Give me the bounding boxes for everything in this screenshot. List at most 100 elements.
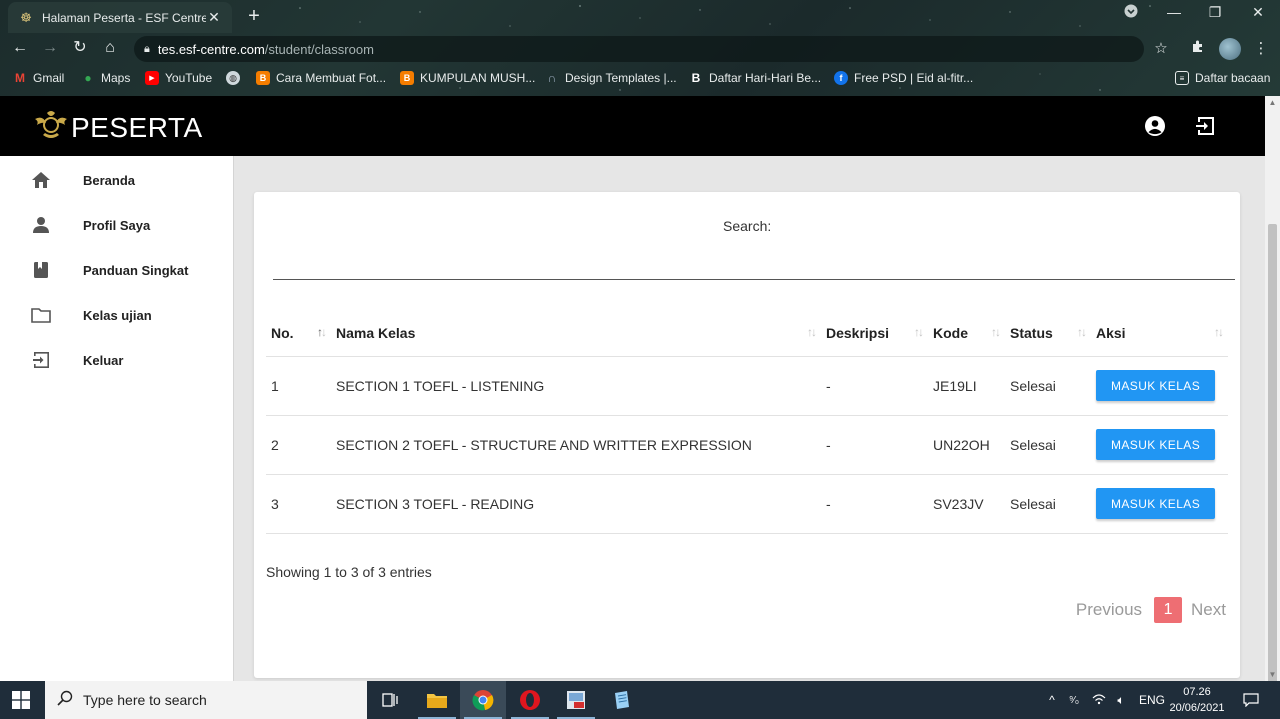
globe-icon: ◍ (226, 71, 240, 85)
pdf-app-icon[interactable] (553, 681, 599, 719)
notepad-icon[interactable] (599, 681, 645, 719)
sort-icon: ↑↓ (914, 325, 924, 339)
reading-list-icon: ≡ (1175, 71, 1189, 85)
file-explorer-icon[interactable] (414, 681, 460, 719)
sidebar-item-profil-saya[interactable]: Profil Saya (0, 205, 234, 245)
reading-list[interactable]: ≡ Daftar bacaan (1175, 71, 1270, 85)
sidebar-item-panduan-singkat[interactable]: Panduan Singkat (0, 250, 234, 290)
scrollbar-thumb[interactable] (1268, 224, 1277, 719)
bookmark-maps[interactable]: ● Maps (81, 71, 130, 85)
sort-asc-icon: ↑↓ (317, 325, 327, 339)
exit-icon[interactable] (1194, 114, 1218, 138)
volume-icon[interactable]: 🔈︎ (1111, 693, 1131, 708)
url-path: /student/classroom (264, 41, 374, 57)
maximize-icon[interactable]: ❐ (1203, 4, 1227, 21)
previous-page-link[interactable]: Previous (1076, 600, 1142, 620)
column-header-status[interactable]: Status ↑↓ (1005, 310, 1091, 357)
current-page-button[interactable]: 1 (1154, 597, 1183, 623)
masuk-kelas-button[interactable]: MASUK KELAS (1096, 429, 1216, 460)
home-button-icon[interactable]: ⌂ (99, 37, 121, 59)
bookmark-blogger-2[interactable]: B KUMPULAN MUSH... (400, 71, 535, 85)
menu-icon[interactable]: ⋮ (1250, 38, 1272, 60)
chevron-up-icon[interactable]: ^ (1045, 693, 1059, 707)
browser-tab[interactable]: ☸ Halaman Peserta - ESF Centre | A ✕ (8, 2, 232, 33)
column-header-no[interactable]: No. ↑↓ (266, 310, 331, 357)
masuk-kelas-button[interactable]: MASUK KELAS (1096, 370, 1216, 401)
column-header-aksi[interactable]: Aksi ↑↓ (1091, 310, 1228, 357)
bookmark-design-templates[interactable]: ∩ Design Templates |... (545, 71, 677, 85)
system-clock[interactable]: 07.26 20/06/2021 (1168, 684, 1226, 716)
sidebar-item-label: Beranda (83, 172, 136, 188)
cell-status: Selesai (1005, 356, 1091, 416)
cell-status: Selesai (1005, 415, 1091, 475)
sort-icon: ↑↓ (991, 325, 1001, 339)
bookmark-label: Maps (101, 71, 131, 85)
cell-kode: SV23JV (928, 474, 1005, 534)
url-host: tes.esf-centre.com (157, 41, 265, 57)
column-label: Deskripsi (826, 324, 890, 341)
book-icon (30, 259, 52, 281)
bookmark-globe[interactable]: ◍ (226, 71, 246, 85)
garuda-logo-icon (35, 111, 67, 138)
language-indicator[interactable]: ENG (1139, 693, 1165, 707)
sidebar-item-keluar[interactable]: Keluar (0, 340, 234, 380)
notification-icon[interactable] (1240, 681, 1262, 719)
close-window-icon[interactable]: ✕ (1246, 4, 1270, 21)
back-icon[interactable]: ← (9, 37, 31, 59)
bookmark-label: Gmail (33, 71, 65, 85)
home-icon (30, 169, 52, 191)
table-row: 1 SECTION 1 TOEFL - LISTENING - JE19LI S… (266, 356, 1228, 416)
scroll-up-icon[interactable]: ▲ (1265, 98, 1280, 107)
extensions-icon[interactable] (1187, 38, 1209, 60)
sidebar-item-beranda[interactable]: Beranda (0, 160, 234, 200)
minimize-icon[interactable]: — (1162, 4, 1186, 20)
search-input[interactable] (273, 252, 1235, 280)
column-header-deskripsi[interactable]: Deskripsi ↑↓ (821, 310, 928, 357)
cell-nama-kelas: SECTION 3 TOEFL - READING (331, 474, 821, 534)
canva-icon: ∩ (547, 71, 557, 85)
windows-start-icon[interactable] (12, 691, 30, 709)
column-label: Nama Kelas (336, 324, 416, 341)
sidebar-item-kelas-ujian[interactable]: Kelas ujian (0, 295, 234, 335)
bookmark-star-icon[interactable]: ☆ (1150, 38, 1172, 60)
pagination: Previous 1 Next (1076, 597, 1226, 623)
column-header-kode[interactable]: Kode ↑↓ (928, 310, 1005, 357)
taskbar-search[interactable]: Type here to search (45, 681, 367, 719)
wifi-icon[interactable] (1089, 693, 1109, 708)
classroom-card: Search: No. ↑↓ Nama Kelas ↑↓ Deskripsi ↑… (254, 192, 1240, 678)
bookmark-daftar-hari[interactable]: B Daftar Hari-Hari Be... (689, 71, 821, 85)
profile-avatar[interactable] (1219, 38, 1241, 60)
clock-time: 07.26 (1183, 686, 1211, 698)
column-header-nama-kelas[interactable]: Nama Kelas ↑↓ (331, 310, 821, 357)
cell-nama-kelas: SECTION 2 TOEFL - STRUCTURE AND WRITTER … (331, 415, 821, 475)
sidebar-item-label: Keluar (83, 352, 124, 368)
blogger-icon: B (256, 71, 270, 85)
bookmark-label: KUMPULAN MUSH... (420, 71, 536, 85)
search-icon (57, 690, 73, 711)
bookmark-youtube[interactable]: ▶ YouTube (145, 71, 212, 85)
bookmark-gmail[interactable]: M Gmail (13, 71, 64, 85)
account-circle-icon[interactable] (1143, 114, 1167, 138)
tab-search-icon[interactable] (1119, 4, 1143, 21)
bookmark-blogger-1[interactable]: B Cara Membuat Fot... (256, 71, 386, 85)
new-tab-icon[interactable]: + (244, 5, 264, 28)
reload-icon[interactable]: ↻ (69, 37, 91, 59)
site-favicon-icon: ☸ (20, 9, 32, 25)
scroll-down-icon[interactable]: ▼ (1265, 670, 1280, 679)
cell-no: 3 (266, 474, 331, 534)
chrome-taskbar-icon[interactable] (460, 681, 506, 719)
bookmark-free-psd[interactable]: f Free PSD | Eid al-fitr... (834, 71, 973, 85)
table-row: 3 SECTION 3 TOEFL - READING - SV23JV Sel… (266, 474, 1228, 534)
close-tab-icon[interactable]: ✕ (206, 9, 222, 26)
network-status-icon[interactable]: ⁹⁄₀ (1063, 695, 1085, 706)
page-scrollbar[interactable]: ▲ ▼ (1265, 96, 1280, 719)
table-header-row: No. ↑↓ Nama Kelas ↑↓ Deskripsi ↑↓ Kode ↑… (266, 310, 1228, 357)
sidebar: Beranda Profil Saya Panduan Singkat Kela… (0, 156, 234, 681)
opera-icon[interactable] (507, 681, 553, 719)
next-page-link[interactable]: Next (1191, 600, 1226, 620)
forward-icon[interactable]: → (39, 37, 61, 59)
address-bar[interactable]: 🔒︎ tes.esf-centre.com/student/classroom (134, 36, 1144, 62)
windows-taskbar: Type here to search ^ ⁹⁄₀ 🔈︎ ENG 07.26 2… (0, 681, 1280, 719)
masuk-kelas-button[interactable]: MASUK KELAS (1096, 488, 1216, 519)
task-view-icon[interactable] (367, 681, 413, 719)
